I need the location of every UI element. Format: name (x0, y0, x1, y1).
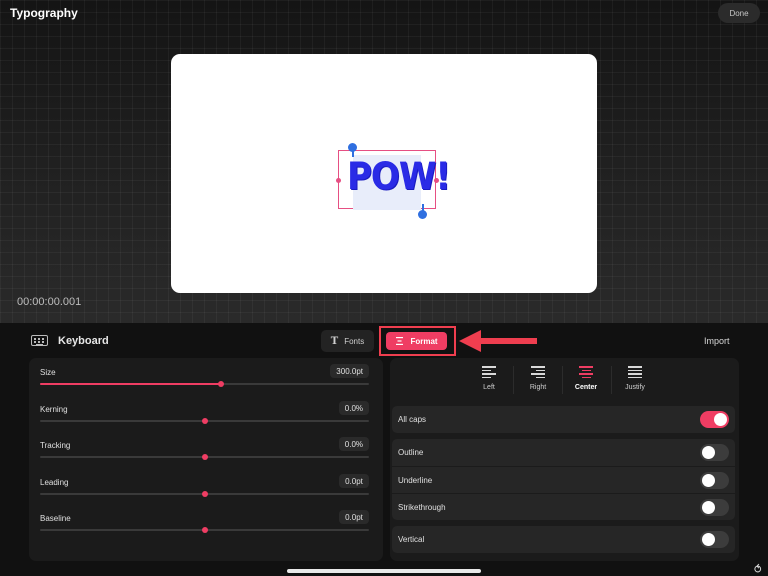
all-caps-label: All caps (398, 415, 427, 424)
slider-value[interactable]: 0.0pt (339, 510, 369, 524)
import-button[interactable]: Import (704, 336, 730, 346)
format-tab[interactable]: Format (386, 332, 447, 350)
preview-canvas[interactable]: POW! (171, 54, 597, 293)
underline-row[interactable]: Underline (392, 466, 735, 493)
bottom-selection-handle[interactable] (418, 210, 427, 219)
home-indicator[interactable] (287, 569, 481, 573)
outline-row[interactable]: Outline (392, 439, 735, 466)
align-right-icon (531, 366, 545, 378)
left-resize-handle[interactable] (336, 178, 341, 183)
alignment-selector: Left Right Center Justify (390, 358, 739, 402)
align-center-icon (579, 366, 593, 378)
all-caps-row[interactable]: All caps (392, 406, 735, 433)
slider-label: Size (40, 368, 56, 377)
pointer-arrow-icon (459, 330, 537, 352)
align-justify-option[interactable]: Justify (611, 366, 659, 391)
slider-track[interactable] (40, 381, 369, 387)
slider-value[interactable]: 300.0pt (330, 364, 369, 378)
align-left-option[interactable]: Left (465, 366, 513, 391)
align-justify-icon (628, 366, 642, 378)
slider-knob[interactable] (201, 491, 208, 497)
right-resize-handle[interactable] (434, 178, 439, 183)
slider-track[interactable] (40, 491, 369, 497)
align-center-option[interactable]: Center (562, 366, 610, 391)
strikethrough-label: Strikethrough (398, 503, 446, 512)
done-button[interactable]: Done (718, 3, 760, 23)
page-title: Typography (10, 6, 78, 20)
outline-label: Outline (398, 448, 424, 457)
align-right-label: Right (529, 384, 547, 391)
keyboard-icon[interactable] (31, 335, 48, 346)
align-left-label: Left (483, 384, 495, 391)
vertical-row[interactable]: Vertical (392, 526, 735, 553)
slider-value[interactable]: 0.0% (338, 401, 369, 415)
slider-knob[interactable] (201, 527, 208, 533)
format-icon (396, 337, 404, 345)
underline-toggle[interactable] (700, 472, 729, 489)
top-selection-handle[interactable] (348, 143, 357, 152)
slider-knob[interactable] (217, 381, 224, 387)
typography-panel: Keyboard T Fonts Format Import Size 300.… (0, 323, 768, 576)
text-style-group: Outline Underline Strikethrough (392, 439, 735, 520)
fonts-tab-label: Fonts (344, 336, 365, 346)
timecode: 00:00:00.001 (17, 296, 82, 308)
resize-corner-icon: ⥀ (754, 564, 762, 576)
slider-label: Leading (40, 478, 69, 487)
keyboard-label[interactable]: Keyboard (58, 335, 109, 347)
slider-track[interactable] (40, 418, 369, 424)
slider-fill (40, 383, 221, 385)
format-panel: Left Right Center Justify All caps Outli… (390, 358, 739, 561)
slider-label: Tracking (40, 441, 71, 450)
align-right-option[interactable]: Right (514, 366, 562, 391)
vertical-label: Vertical (398, 535, 425, 544)
slider-label: Kerning (40, 405, 68, 414)
all-caps-group: All caps (392, 406, 735, 433)
fonts-tab[interactable]: T Fonts (321, 330, 374, 352)
slider-knob[interactable] (201, 454, 208, 460)
all-caps-toggle[interactable] (700, 411, 729, 428)
vertical-toggle[interactable] (700, 531, 729, 548)
align-justify-label: Justify (625, 384, 645, 391)
align-center-label: Center (574, 384, 598, 391)
font-t-icon: T (330, 335, 339, 347)
format-tab-label: Format (410, 336, 438, 346)
align-left-icon (482, 366, 496, 378)
outline-toggle[interactable] (700, 444, 729, 461)
slider-value[interactable]: 0.0% (338, 437, 369, 451)
slider-track[interactable] (40, 527, 369, 533)
canvas-text[interactable]: POW! (347, 155, 451, 199)
slider-label: Baseline (40, 514, 71, 523)
text-selection-box[interactable]: POW! (336, 150, 451, 210)
slider-track[interactable] (40, 454, 369, 460)
canvas-area: Typography Done POW! 00:00:00.001 (0, 0, 768, 323)
slider-panel: Size 300.0pt Kerning 0.0% Tracking 0.0% … (29, 358, 383, 561)
strikethrough-row[interactable]: Strikethrough (392, 493, 735, 520)
vertical-group: Vertical (392, 526, 735, 553)
slider-value[interactable]: 0.0pt (339, 474, 369, 488)
strikethrough-toggle[interactable] (700, 499, 729, 516)
slider-knob[interactable] (201, 418, 208, 424)
underline-label: Underline (398, 476, 433, 485)
